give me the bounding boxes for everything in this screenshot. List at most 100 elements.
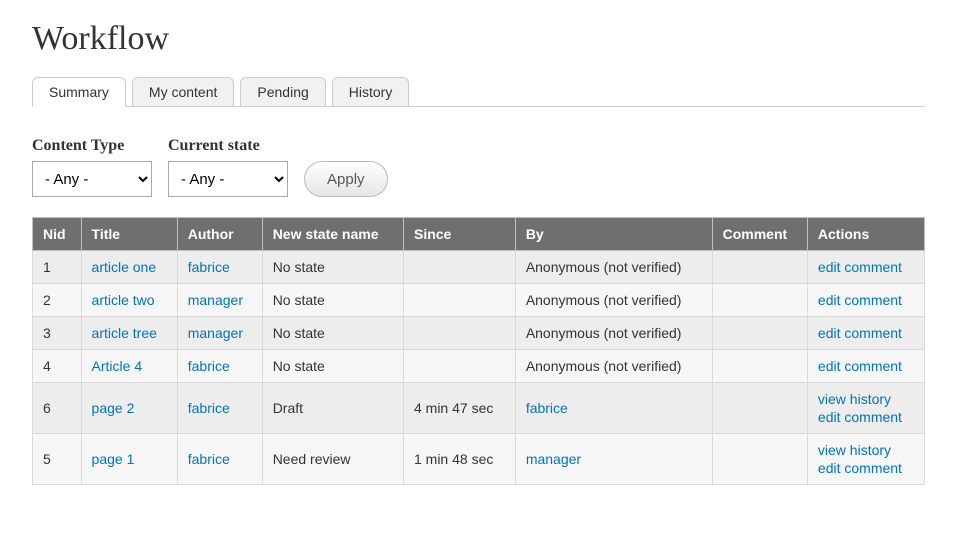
title-link[interactable]: Article 4 xyxy=(92,358,143,374)
cell-comment xyxy=(712,284,807,317)
table-row: 3 article tree manager No state Anonymous (n… xyxy=(33,317,925,350)
edit-comment-link[interactable]: edit comment xyxy=(818,460,914,476)
content-type-select[interactable]: - Any - xyxy=(32,161,152,197)
cell-author: fabrice xyxy=(177,350,262,383)
by-link[interactable]: fabrice xyxy=(526,400,568,416)
cell-author: fabrice xyxy=(177,383,262,434)
cell-title: page 2 xyxy=(81,383,177,434)
title-link[interactable]: article two xyxy=(92,292,155,308)
tab-bar: SummaryMy contentPendingHistory xyxy=(32,76,925,107)
cell-title: article tree xyxy=(81,317,177,350)
cell-comment xyxy=(712,251,807,284)
current-state-select[interactable]: - Any - xyxy=(168,161,288,197)
cell-by: Anonymous (not verified) xyxy=(515,317,712,350)
title-link[interactable]: page 1 xyxy=(92,451,135,467)
cell-comment xyxy=(712,317,807,350)
content-type-filter: Content Type - Any - xyxy=(32,137,152,197)
cell-author: manager xyxy=(177,317,262,350)
col-new-state-name[interactable]: New state name xyxy=(262,218,403,251)
view-history-link[interactable]: view history xyxy=(818,442,914,458)
cell-state: Draft xyxy=(262,383,403,434)
table-row: 5 page 1 fabrice Need review1 min 48 sec man… xyxy=(33,434,925,485)
action-stack: view history edit comment xyxy=(818,391,914,425)
apply-button[interactable]: Apply xyxy=(304,161,388,197)
edit-comment-link[interactable]: edit comment xyxy=(818,325,914,341)
cell-actions: view history edit comment xyxy=(807,434,924,485)
tab-pending[interactable]: Pending xyxy=(240,77,325,107)
cell-author: fabrice xyxy=(177,251,262,284)
table-row: 6 page 2 fabrice Draft4 min 47 sec fabrice vi… xyxy=(33,383,925,434)
cell-title: article two xyxy=(81,284,177,317)
cell-by: fabrice xyxy=(515,383,712,434)
author-link[interactable]: fabrice xyxy=(188,358,230,374)
col-actions[interactable]: Actions xyxy=(807,218,924,251)
edit-comment-link[interactable]: edit comment xyxy=(818,358,914,374)
cell-actions: edit comment xyxy=(807,284,924,317)
cell-since: 4 min 47 sec xyxy=(403,383,515,434)
tab-summary[interactable]: Summary xyxy=(32,77,126,107)
current-state-label: Current state xyxy=(168,137,288,155)
cell-title: page 1 xyxy=(81,434,177,485)
cell-title: Article 4 xyxy=(81,350,177,383)
cell-nid: 4 xyxy=(33,350,82,383)
col-author[interactable]: Author xyxy=(177,218,262,251)
cell-comment xyxy=(712,434,807,485)
title-link[interactable]: article one xyxy=(92,259,157,275)
title-link[interactable]: page 2 xyxy=(92,400,135,416)
col-since[interactable]: Since xyxy=(403,218,515,251)
action-stack: edit comment xyxy=(818,358,914,374)
current-state-filter: Current state - Any - xyxy=(168,137,288,197)
cell-since xyxy=(403,317,515,350)
edit-comment-link[interactable]: edit comment xyxy=(818,409,914,425)
table-row: 1article onefabriceNo stateAnonymous (no… xyxy=(33,251,925,284)
tab-my-content[interactable]: My content xyxy=(132,77,234,107)
action-stack: view history edit comment xyxy=(818,442,914,476)
cell-state: No state xyxy=(262,350,403,383)
action-stack: edit comment xyxy=(818,259,914,275)
cell-actions: view history edit comment xyxy=(807,383,924,434)
cell-since xyxy=(403,251,515,284)
cell-state: No state xyxy=(262,317,403,350)
col-comment[interactable]: Comment xyxy=(712,218,807,251)
action-stack: edit comment xyxy=(818,292,914,308)
cell-actions: edit comment xyxy=(807,350,924,383)
edit-comment-link[interactable]: edit comment xyxy=(818,259,914,275)
col-nid[interactable]: Nid xyxy=(33,218,82,251)
cell-since: 1 min 48 sec xyxy=(403,434,515,485)
col-by[interactable]: By xyxy=(515,218,712,251)
cell-actions: edit comment xyxy=(807,317,924,350)
page-title: Workflow xyxy=(32,20,925,58)
tab-history[interactable]: History xyxy=(332,77,410,107)
view-history-link[interactable]: view history xyxy=(818,391,914,407)
filter-bar: Content Type - Any - Current state - Any… xyxy=(32,137,925,197)
cell-comment xyxy=(712,350,807,383)
author-link[interactable]: manager xyxy=(188,325,243,341)
by-link[interactable]: manager xyxy=(526,451,581,467)
table-row: 2 article two manager No state Anonymous (no… xyxy=(33,284,925,317)
cell-nid: 3 xyxy=(33,317,82,350)
cell-nid: 1 xyxy=(33,251,82,284)
cell-by: manager xyxy=(515,434,712,485)
cell-nid: 5 xyxy=(33,434,82,485)
cell-state: No state xyxy=(262,284,403,317)
cell-since xyxy=(403,284,515,317)
cell-since xyxy=(403,350,515,383)
content-type-label: Content Type xyxy=(32,137,152,155)
edit-comment-link[interactable]: edit comment xyxy=(818,292,914,308)
cell-nid: 6 xyxy=(33,383,82,434)
title-link[interactable]: article tree xyxy=(92,325,157,341)
action-stack: edit comment xyxy=(818,325,914,341)
cell-state: Need review xyxy=(262,434,403,485)
cell-by: Anonymous (not verified) xyxy=(515,350,712,383)
table-row: 4 Article 4 fabrice No state Anonymous (not … xyxy=(33,350,925,383)
cell-by: Anonymous (not verified) xyxy=(515,284,712,317)
author-link[interactable]: manager xyxy=(188,292,243,308)
cell-comment xyxy=(712,383,807,434)
cell-nid: 2 xyxy=(33,284,82,317)
col-title[interactable]: Title xyxy=(81,218,177,251)
author-link[interactable]: fabrice xyxy=(188,400,230,416)
author-link[interactable]: fabrice xyxy=(188,259,230,275)
author-link[interactable]: fabrice xyxy=(188,451,230,467)
cell-by: Anonymous (not verified) xyxy=(515,251,712,284)
cell-actions: edit comment xyxy=(807,251,924,284)
